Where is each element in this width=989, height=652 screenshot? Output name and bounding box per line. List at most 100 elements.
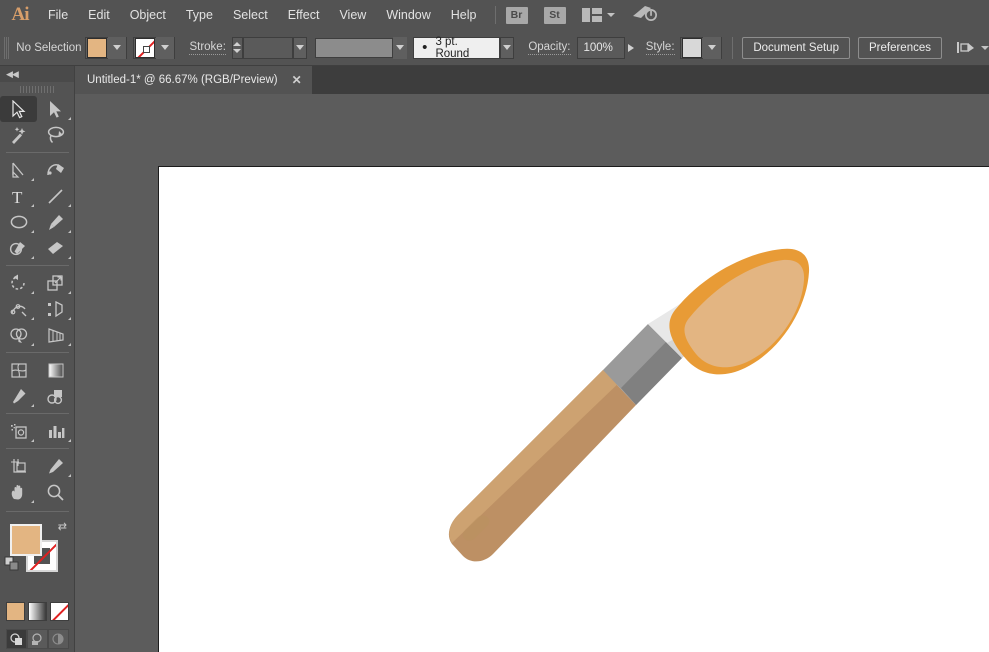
color-mode-bar <box>0 602 74 621</box>
close-icon[interactable]: ✕ <box>292 73 302 87</box>
tool-flyout-indicator <box>31 439 34 442</box>
gradient-swatch-button[interactable] <box>27 602 47 621</box>
color-swatch-button[interactable] <box>5 602 25 621</box>
style-label[interactable]: Style: <box>645 41 675 55</box>
opacity-expand-button[interactable] <box>625 43 638 52</box>
tool-flyout-indicator <box>31 256 34 259</box>
direct-selection-tool[interactable] <box>37 96 74 122</box>
stroke-color-swatch[interactable] <box>135 37 156 58</box>
shape-builder-tool[interactable] <box>0 322 37 348</box>
scale-tool[interactable] <box>37 270 74 296</box>
stroke-weight-stepper[interactable] <box>231 36 243 59</box>
width-profile-dropdown[interactable] <box>393 36 408 59</box>
swap-fill-stroke-icon[interactable]: ⇄ <box>58 520 67 533</box>
tool-flyout-indicator <box>31 178 34 181</box>
control-bar-grip[interactable] <box>4 36 11 59</box>
tool-flyout-indicator <box>68 291 71 294</box>
type-tool[interactable]: T <box>0 183 37 209</box>
shaper-tool[interactable] <box>0 235 37 261</box>
menu-object[interactable]: Object <box>120 4 176 26</box>
sync-settings-icon[interactable] <box>631 4 657 27</box>
width-tool[interactable] <box>0 296 37 322</box>
stroke-weight-dropdown[interactable] <box>292 36 308 59</box>
chevron-down-icon <box>981 45 989 50</box>
graphic-style-group[interactable] <box>679 36 722 59</box>
opacity-input[interactable]: 100% <box>576 36 626 59</box>
tools-panel: ◀◀ T ⇄ <box>0 66 75 652</box>
stroke-label[interactable]: Stroke: <box>189 41 226 55</box>
lasso-tool[interactable] <box>37 122 74 148</box>
menu-window[interactable]: Window <box>376 4 440 26</box>
menu-view[interactable]: View <box>329 4 376 26</box>
menu-effect[interactable]: Effect <box>278 4 330 26</box>
line-segment-tool[interactable] <box>37 183 74 209</box>
menu-type[interactable]: Type <box>176 4 223 26</box>
free-transform-tool[interactable] <box>37 296 74 322</box>
brush-definition-value: 3 pt. Round <box>435 35 470 60</box>
align-objects-control[interactable] <box>956 40 989 56</box>
artboard-tool[interactable] <box>0 453 37 479</box>
magic-wand-tool[interactable] <box>0 122 37 148</box>
canvas-area[interactable] <box>75 94 989 652</box>
stroke-color-group[interactable] <box>133 36 176 59</box>
perspective-grid-tool[interactable] <box>37 322 74 348</box>
zoom-tool[interactable] <box>37 479 74 505</box>
selection-tool[interactable] <box>0 96 37 122</box>
artboard[interactable] <box>158 166 989 652</box>
stroke-weight-input[interactable] <box>242 36 293 59</box>
document-tab[interactable]: Untitled-1* @ 66.67% (RGB/Preview) ✕ <box>75 66 312 94</box>
menu-edit[interactable]: Edit <box>78 4 120 26</box>
eraser-tool[interactable] <box>37 235 74 261</box>
tool-flyout-indicator <box>68 343 71 346</box>
gradient-tool[interactable] <box>37 357 74 383</box>
graphic-style-swatch[interactable] <box>681 37 702 58</box>
paintbrush-illustration[interactable] <box>159 167 989 652</box>
symbol-sprayer-tool[interactable] <box>0 418 37 444</box>
document-setup-button[interactable]: Document Setup <box>742 36 850 59</box>
bridge-button[interactable]: Br <box>505 6 528 24</box>
paintbrush-tool[interactable] <box>37 209 74 235</box>
eyedropper-tool[interactable] <box>0 383 37 409</box>
draw-behind-button[interactable] <box>26 629 48 649</box>
brush-definition-dropdown[interactable] <box>499 36 515 59</box>
default-fill-stroke-icon[interactable] <box>4 556 20 577</box>
hand-tool[interactable] <box>0 479 37 505</box>
tool-flyout-indicator <box>31 204 34 207</box>
stroke-dropdown-button[interactable] <box>156 36 175 59</box>
selection-status: No Selection <box>16 41 82 54</box>
menu-help[interactable]: Help <box>441 4 487 26</box>
fill-color-swatch[interactable] <box>87 37 108 58</box>
tool-flyout-indicator <box>68 256 71 259</box>
menu-file[interactable]: File <box>38 4 78 26</box>
width-profile-preview[interactable] <box>315 37 393 58</box>
tool-flyout-indicator <box>68 230 71 233</box>
column-graph-tool[interactable] <box>37 418 74 444</box>
chevron-down-icon <box>396 45 405 50</box>
mesh-tool[interactable] <box>0 357 37 383</box>
slice-tool[interactable] <box>37 453 74 479</box>
preferences-button[interactable]: Preferences <box>857 36 942 59</box>
stock-button[interactable]: St <box>543 6 566 24</box>
tools-panel-header[interactable]: ◀◀ <box>0 66 74 82</box>
arrange-documents-icon[interactable] <box>581 8 615 22</box>
ellipse-tool[interactable] <box>0 209 37 235</box>
draw-inside-button[interactable] <box>47 629 69 649</box>
chevron-down-icon <box>296 45 305 50</box>
menu-select[interactable]: Select <box>223 4 278 26</box>
blend-tool[interactable] <box>37 383 74 409</box>
pen-tool[interactable] <box>0 157 37 183</box>
rotate-tool[interactable] <box>0 270 37 296</box>
tool-flyout-indicator <box>31 230 34 233</box>
document-tab-bar: Untitled-1* @ 66.67% (RGB/Preview) ✕ <box>75 66 989 94</box>
none-swatch-button[interactable] <box>49 602 69 621</box>
brush-definition-select[interactable]: • 3 pt. Round <box>413 35 500 60</box>
opacity-label[interactable]: Opacity: <box>528 41 571 55</box>
fill-color-box[interactable] <box>10 524 42 556</box>
fill-color-group[interactable] <box>85 36 128 59</box>
draw-normal-button[interactable] <box>5 629 27 649</box>
tools-panel-grip[interactable] <box>0 82 74 96</box>
fill-dropdown-button[interactable] <box>108 36 127 59</box>
curvature-tool[interactable] <box>37 157 74 183</box>
collapse-panel-icon[interactable]: ◀◀ <box>6 69 19 80</box>
graphic-style-dropdown[interactable] <box>702 36 721 59</box>
